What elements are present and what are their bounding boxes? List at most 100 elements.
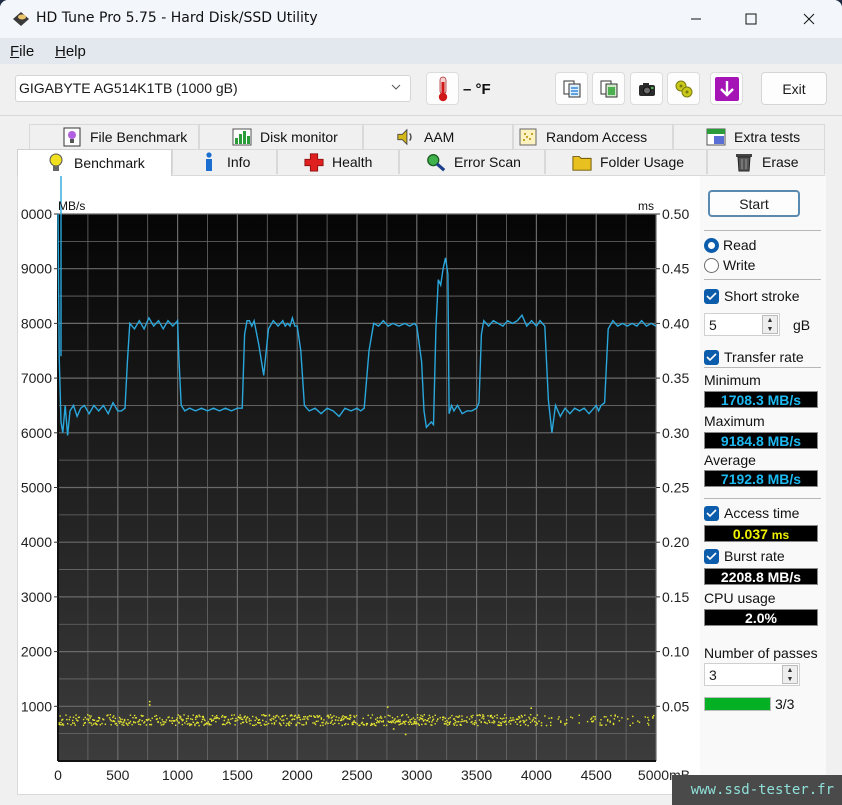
access-time-point (442, 716, 445, 719)
tab-folder-usage[interactable]: Folder Usage (545, 149, 707, 174)
access-time-point (380, 720, 383, 723)
minimize-button[interactable] (673, 0, 719, 38)
drive-select[interactable]: GIGABYTE AG514K1TB (1000 gB) (15, 75, 411, 102)
access-time-point (195, 718, 197, 720)
access-time-point (444, 717, 446, 720)
tab-aam[interactable]: AAM (363, 124, 513, 149)
access-time-point (306, 717, 308, 719)
access-time-point (197, 722, 199, 724)
read-radio[interactable]: Read (704, 237, 756, 253)
access-time-point (479, 714, 482, 717)
spin-down-icon[interactable]: ▼ (763, 325, 777, 334)
access-time-point (227, 719, 230, 721)
toolbar: GIGABYTE AG514K1TB (1000 gB) – °F Exit (0, 64, 842, 116)
access-time-point (282, 722, 285, 724)
access-time-point (447, 724, 449, 726)
spin-up-icon[interactable]: ▲ (783, 666, 797, 675)
access-time-point (499, 717, 502, 720)
menu-file-label: ile (19, 43, 35, 60)
access-time-point (338, 717, 340, 719)
access-time-point (361, 721, 364, 724)
access-time-point (272, 718, 275, 720)
minimum-value: 1708.3 MB/s (704, 391, 818, 408)
access-time-point (302, 718, 304, 720)
average-value: 7192.8 MB/s (704, 470, 818, 487)
checkmark-icon (704, 505, 719, 521)
copy-image-button[interactable] (592, 72, 625, 105)
access-time-point (424, 719, 426, 721)
copy-text-button[interactable] (555, 72, 588, 105)
tab-error-scan[interactable]: Error Scan (399, 149, 545, 174)
access-time-point (345, 716, 348, 718)
access-time-point (468, 718, 471, 720)
tab-benchmark[interactable]: Benchmark (17, 149, 172, 176)
access-time-point (436, 720, 438, 722)
exit-button[interactable]: Exit (761, 72, 827, 105)
access-time-point (92, 723, 95, 725)
screenshot-button[interactable] (630, 72, 663, 105)
access-time-point (483, 715, 485, 718)
access-time-point (528, 716, 530, 719)
menu-help[interactable]: Help (55, 43, 86, 60)
access-time-point (621, 717, 623, 719)
access-time-point (226, 721, 229, 723)
access-time-point (210, 719, 213, 721)
access-time-point (652, 717, 654, 719)
access-time-point (484, 722, 487, 724)
y-tick-label-right: 0.20 (662, 534, 689, 550)
tab-health[interactable]: Health (277, 149, 399, 174)
tab-label: AAM (424, 129, 455, 145)
transfer-rate-checkbox[interactable]: Transfer rate (704, 349, 804, 365)
spinner[interactable]: ▲ ▼ (762, 315, 778, 334)
x-tick-label: 1000 (162, 767, 193, 783)
access-time-point (90, 715, 92, 717)
temperature-button[interactable] (426, 72, 459, 105)
tab-erase[interactable]: Erase (707, 149, 825, 174)
access-time-point (370, 717, 372, 719)
access-time-point (245, 718, 247, 721)
tab-extra-tests[interactable]: Extra tests (673, 124, 825, 149)
spinner[interactable]: ▲ ▼ (782, 665, 798, 684)
close-button[interactable] (786, 0, 832, 38)
access-time-point (149, 719, 152, 722)
burst-rate-checkbox[interactable]: Burst rate (704, 548, 785, 564)
start-button[interactable]: Start (708, 190, 800, 217)
tab-disk-monitor[interactable]: Disk monitor (199, 124, 363, 149)
write-radio[interactable]: Write (704, 257, 755, 273)
access-time-point (416, 714, 419, 716)
tab-info[interactable]: Info (172, 149, 277, 174)
access-time-point (251, 715, 254, 718)
spin-down-icon[interactable]: ▼ (783, 675, 797, 684)
access-time-value: 0.037 ms (704, 525, 818, 542)
access-time-point (505, 717, 508, 719)
access-time-point (531, 720, 534, 722)
menu-file[interactable]: File (10, 43, 34, 60)
spin-up-icon[interactable]: ▲ (763, 316, 777, 325)
access-time-point (194, 724, 196, 727)
access-time-point (601, 724, 603, 726)
tab-random-access[interactable]: Random Access (513, 124, 673, 149)
access-time-point (333, 715, 335, 717)
access-time-point (108, 717, 111, 719)
access-time-point (210, 724, 212, 726)
short-stroke-checkbox[interactable]: Short stroke (704, 288, 799, 304)
passes-input[interactable]: 3 ▲ ▼ (704, 663, 800, 686)
maximize-button[interactable] (728, 0, 774, 38)
short-stroke-size-input[interactable]: 5 ▲ ▼ (704, 313, 780, 336)
access-time-point (133, 714, 136, 717)
access-time-point (138, 723, 140, 725)
access-time-point (409, 719, 411, 721)
access-time-point (488, 721, 491, 724)
access-time-point (303, 716, 305, 718)
access-time-point (248, 720, 251, 722)
access-time-point (461, 718, 463, 721)
access-time-point (262, 719, 264, 722)
options-button[interactable] (667, 72, 700, 105)
tab-file-benchmark[interactable]: File Benchmark (29, 124, 199, 149)
access-time-point (272, 715, 275, 718)
y-tick-label-right: 0.30 (662, 425, 689, 441)
access-time-checkbox[interactable]: Access time (704, 505, 799, 521)
access-time-point (560, 721, 562, 724)
access-time-point (637, 720, 639, 722)
save-button[interactable] (710, 72, 743, 105)
